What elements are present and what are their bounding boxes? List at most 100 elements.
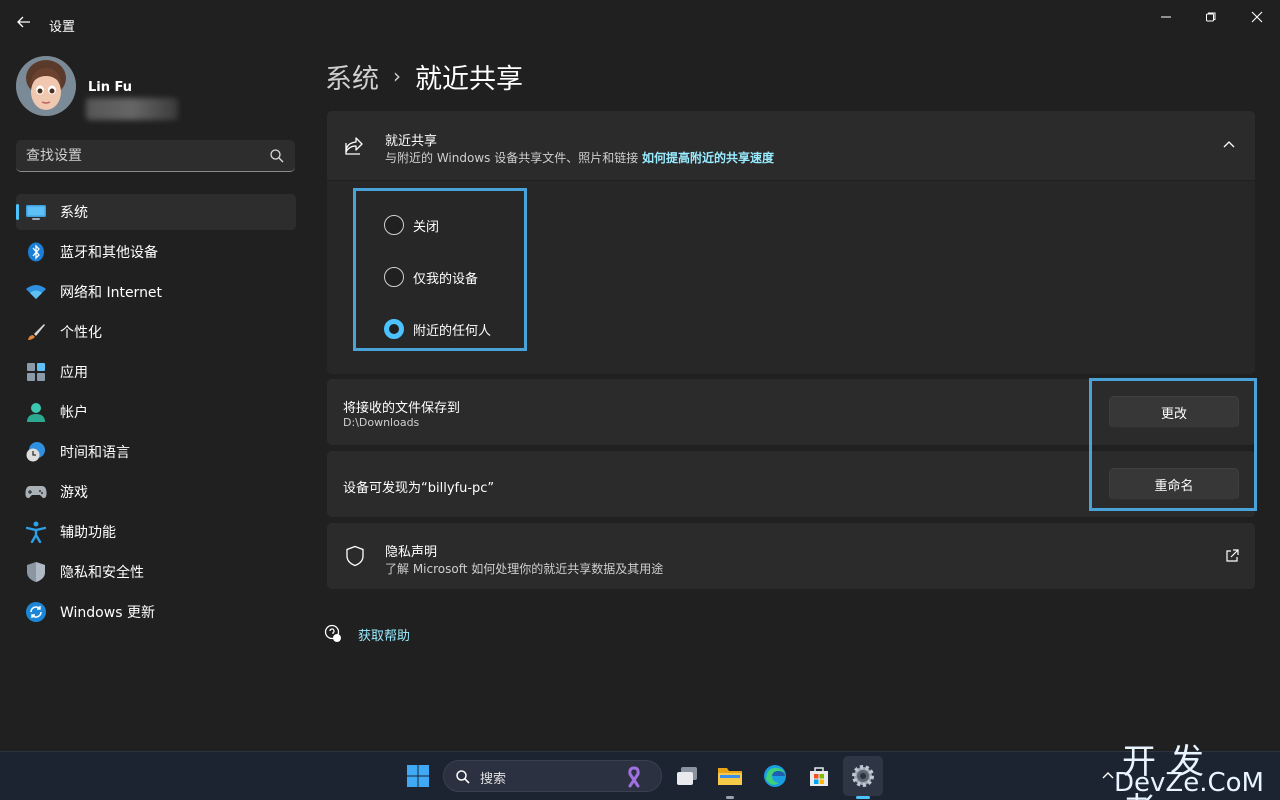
close-icon	[1251, 11, 1263, 23]
search-icon[interactable]	[269, 148, 285, 164]
buttons-highlight-frame	[1089, 378, 1257, 511]
accessibility-icon	[25, 521, 47, 543]
get-help-link[interactable]: 获取帮助	[324, 624, 410, 644]
arrow-left-icon	[17, 16, 30, 28]
search-box[interactable]	[16, 140, 295, 172]
update-icon	[25, 601, 47, 623]
taskbar-search-label: 搜索	[480, 772, 507, 787]
radio-button-checked[interactable]	[384, 319, 404, 339]
monitor-icon	[25, 201, 47, 223]
sidebar-item-network[interactable]: 网络和 Internet	[16, 274, 296, 310]
privacy-statement-row[interactable]: 隐私声明 了解 Microsoft 如何处理你的就近共享数据及其用途	[327, 523, 1255, 589]
wifi-icon	[25, 281, 47, 303]
edge-browser-icon	[764, 765, 786, 787]
gamepad-icon	[25, 481, 47, 503]
breadcrumb-separator: ›	[393, 64, 401, 88]
open-external-icon[interactable]	[1225, 549, 1239, 563]
task-view-icon	[677, 767, 697, 785]
radio-option-off[interactable]: 关闭	[384, 215, 439, 235]
bluetooth-icon	[25, 241, 47, 263]
sidebar-item-bluetooth[interactable]: 蓝牙和其他设备	[16, 234, 296, 270]
sidebar-item-label: 应用	[60, 365, 88, 381]
active-indicator	[856, 796, 870, 799]
clock-globe-icon	[25, 441, 47, 463]
sidebar-item-label: 时间和语言	[60, 445, 130, 461]
sidebar-item-time-language[interactable]: 时间和语言	[16, 434, 296, 470]
file-explorer-button[interactable]	[716, 762, 744, 790]
nearby-sharing-subtitle: 与附近的 Windows 设备共享文件、照片和链接 如何提高附近的共享速度	[385, 149, 774, 166]
nearby-sharing-options-panel: 关闭 仅我的设备 附近的任何人	[327, 181, 1255, 374]
sidebar-item-label: 游戏	[60, 485, 88, 501]
minimize-button[interactable]	[1152, 6, 1180, 28]
running-indicator	[726, 796, 734, 799]
breadcrumb: 系统 › 就近共享	[325, 56, 523, 96]
radio-label: 仅我的设备	[413, 271, 479, 287]
store-button[interactable]	[805, 762, 833, 790]
share-icon	[345, 137, 363, 155]
close-button[interactable]	[1243, 6, 1271, 28]
sidebar-item-label: 帐户	[60, 405, 88, 421]
privacy-subtitle: 了解 Microsoft 如何处理你的就近共享数据及其用途	[385, 562, 664, 576]
radio-label: 关闭	[413, 219, 440, 235]
avatar	[16, 56, 76, 116]
radio-option-my-devices[interactable]: 仅我的设备	[384, 267, 478, 287]
sidebar: Lin Fu 系统 蓝牙和其他设备 网络和 Internet	[0, 46, 310, 751]
nearby-sharing-expander-header[interactable]: 就近共享 与附近的 Windows 设备共享文件、照片和链接 如何提高附近的共享…	[327, 111, 1255, 180]
discoverable-title: 设备可发现为“billyfu-pc”	[343, 481, 495, 496]
restore-button[interactable]	[1197, 6, 1225, 28]
user-profile[interactable]: Lin Fu	[16, 56, 296, 120]
sidebar-item-privacy[interactable]: 隐私和安全性	[16, 554, 296, 590]
search-icon	[456, 770, 470, 784]
folder-icon	[718, 768, 742, 785]
save-location-path: D:\Downloads	[343, 416, 420, 429]
help-chat-icon	[324, 624, 341, 642]
taskbar: 搜索	[0, 751, 1280, 800]
person-icon	[25, 401, 47, 423]
nearby-sharing-title: 就近共享	[385, 134, 438, 149]
sidebar-item-label: 系统	[60, 205, 88, 221]
task-view-button[interactable]	[673, 762, 701, 790]
sidebar-item-label: 个性化	[60, 325, 102, 341]
sidebar-item-label: 蓝牙和其他设备	[60, 245, 158, 261]
minimize-icon	[1161, 16, 1171, 18]
edge-button[interactable]	[761, 762, 789, 790]
radio-option-everyone-nearby[interactable]: 附近的任何人	[384, 319, 491, 339]
sidebar-item-personalization[interactable]: 个性化	[16, 314, 296, 350]
sidebar-item-label: Windows 更新	[60, 605, 155, 621]
speed-help-link[interactable]: 如何提高附近的共享速度	[642, 151, 774, 165]
title-bar: 设置	[0, 0, 1280, 46]
search-input[interactable]	[26, 140, 266, 171]
windows-logo-icon	[407, 765, 429, 787]
radio-group-highlight: 关闭 仅我的设备 附近的任何人	[353, 188, 527, 351]
watermark: 开发者 DevZe.CoM	[1114, 734, 1272, 800]
gear-icon	[852, 765, 874, 787]
sidebar-item-label: 隐私和安全性	[60, 565, 144, 581]
watermark-bottom-text: DevZe.CoM	[1114, 768, 1264, 798]
radio-button[interactable]	[384, 267, 404, 287]
start-button[interactable]	[404, 762, 432, 790]
breadcrumb-parent[interactable]: 系统	[325, 57, 379, 96]
sidebar-item-label: 网络和 Internet	[60, 285, 163, 301]
sidebar-item-gaming[interactable]: 游戏	[16, 474, 296, 510]
user-email-blurred	[86, 98, 178, 120]
sidebar-item-accounts[interactable]: 帐户	[16, 394, 296, 430]
sidebar-item-label: 辅助功能	[60, 525, 116, 541]
radio-button[interactable]	[384, 215, 404, 235]
page-title: 就近共享	[415, 63, 523, 95]
sidebar-item-system[interactable]: 系统	[16, 194, 296, 230]
sidebar-item-windows-update[interactable]: Windows 更新	[16, 594, 296, 630]
chevron-up-icon[interactable]	[1221, 137, 1237, 153]
save-location-title: 将接收的文件保存到	[343, 401, 461, 416]
apps-icon	[25, 361, 47, 383]
sidebar-nav: 系统 蓝牙和其他设备 网络和 Internet 个性化 应用 帐户 时间和语言 …	[16, 194, 296, 634]
sidebar-item-accessibility[interactable]: 辅助功能	[16, 514, 296, 550]
app-title: 设置	[49, 20, 76, 35]
chevron-up-icon	[1102, 772, 1114, 779]
subtitle-text: 与附近的 Windows 设备共享文件、照片和链接	[385, 151, 639, 165]
get-help-label: 获取帮助	[358, 628, 411, 644]
shield-icon	[346, 545, 364, 567]
taskbar-search[interactable]: 搜索	[443, 760, 662, 792]
settings-taskbar-button[interactable]	[843, 756, 883, 796]
back-button[interactable]	[12, 10, 36, 34]
sidebar-item-apps[interactable]: 应用	[16, 354, 296, 390]
